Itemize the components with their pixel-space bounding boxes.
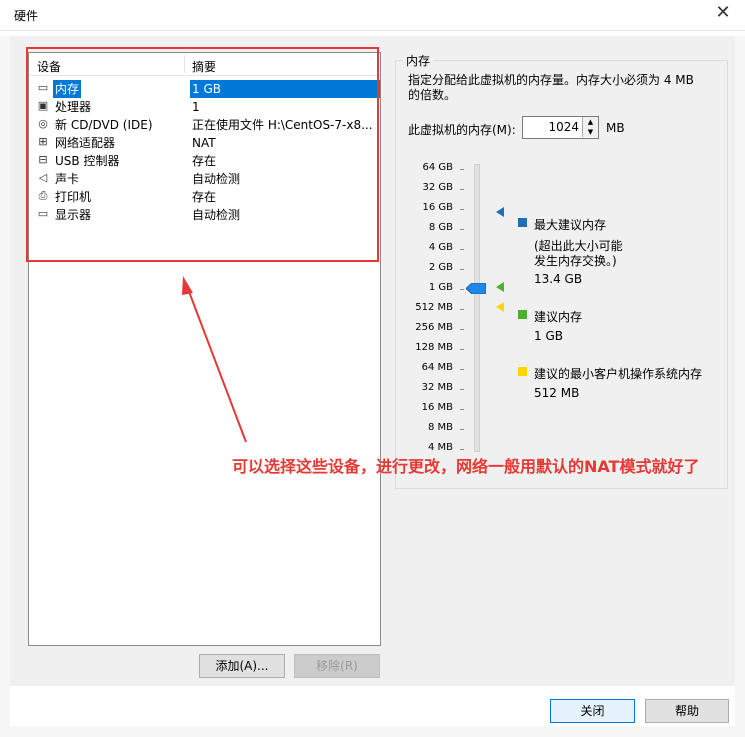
memory-scale-tick	[460, 369, 464, 370]
recommended-memory-marker-icon	[496, 282, 504, 292]
memory-scale-tick	[460, 249, 464, 250]
memory-scale-tick	[460, 389, 464, 390]
min-memory-marker-icon	[496, 302, 504, 312]
memory-scale-label: 64 GB	[422, 162, 453, 173]
remove-device-button[interactable]: 移除(R)	[294, 654, 380, 678]
max-memory-note-2: 发生内存交换。)	[534, 254, 617, 268]
min-legend-icon	[518, 367, 527, 376]
memory-scale-tick	[460, 309, 464, 310]
max-memory-value: 13.4 GB	[534, 272, 583, 286]
max-legend-icon	[518, 218, 527, 227]
memory-scale-tick	[460, 429, 464, 430]
memory-scale-label: 2 GB	[428, 262, 453, 273]
spin-down-icon[interactable]: ▼	[582, 127, 598, 137]
memory-scale-tick	[460, 229, 464, 230]
annotation-text: 可以选择这些设备，进行更改，网络一般用默认的NAT模式就好了	[232, 457, 700, 476]
memory-input[interactable]	[523, 117, 583, 136]
memory-scale-tick	[460, 189, 464, 190]
close-button[interactable]: 关闭	[550, 699, 635, 723]
memory-scale-label: 128 MB	[415, 342, 453, 353]
memory-scale-tick	[460, 269, 464, 270]
memory-scale-label: 64 MB	[421, 362, 453, 373]
max-memory-marker-icon	[496, 207, 504, 217]
left-edge	[0, 36, 10, 737]
memory-scale-label: 256 MB	[415, 322, 453, 333]
memory-scale-label: 4 GB	[428, 242, 453, 253]
memory-scale-tick	[460, 449, 464, 450]
add-device-button[interactable]: 添加(A)...	[199, 654, 285, 678]
memory-description: 指定分配给此虚拟机的内存量。内存大小必须为 4 MB 的倍数。	[408, 73, 694, 102]
memory-slider-thumb[interactable]	[466, 283, 486, 294]
memory-spinbox[interactable]: ▲ ▼	[522, 116, 599, 139]
recommended-memory-value: 1 GB	[534, 329, 563, 343]
window-title: 硬件	[14, 9, 39, 23]
min-memory-title: 建议的最小客户机操作系统内存	[534, 367, 703, 381]
memory-scale-label: 16 GB	[422, 202, 453, 213]
memory-scale-label: 16 MB	[421, 402, 453, 413]
memory-scale-tick	[460, 409, 464, 410]
memory-scale-tick	[460, 329, 464, 330]
memory-slider-track[interactable]	[474, 164, 480, 452]
right-edge	[735, 36, 745, 737]
annotation-highlight-box	[26, 47, 379, 262]
memory-scale-tick	[460, 209, 464, 210]
close-icon[interactable]: ✕	[713, 3, 733, 23]
recommended-memory-title: 建议内存	[534, 310, 583, 324]
memory-scale-label: 32 GB	[422, 182, 453, 193]
memory-scale-label: 32 MB	[421, 382, 453, 393]
memory-scale-label: 512 MB	[415, 302, 453, 313]
memory-scale-label: 1 GB	[428, 282, 453, 293]
memory-scale-tick	[460, 289, 464, 290]
memory-scale-label: 8 GB	[428, 222, 453, 233]
memory-unit: MB	[606, 121, 625, 135]
recommended-legend-icon	[518, 310, 527, 319]
title-bar: 硬件 ✕	[0, 0, 745, 31]
memory-scale-label: 4 MB	[427, 442, 453, 453]
memory-scale-tick	[460, 169, 464, 170]
min-memory-value: 512 MB	[534, 386, 580, 400]
bottom-edge	[0, 726, 745, 737]
memory-scale-tick	[460, 349, 464, 350]
memory-group-title: 内存	[403, 52, 434, 69]
max-memory-title: 最大建议内存	[534, 218, 607, 232]
memory-scale-label: 8 MB	[427, 422, 453, 433]
memory-label: 此虚拟机的内存(M):	[408, 123, 516, 137]
help-button[interactable]: 帮助	[645, 699, 729, 723]
